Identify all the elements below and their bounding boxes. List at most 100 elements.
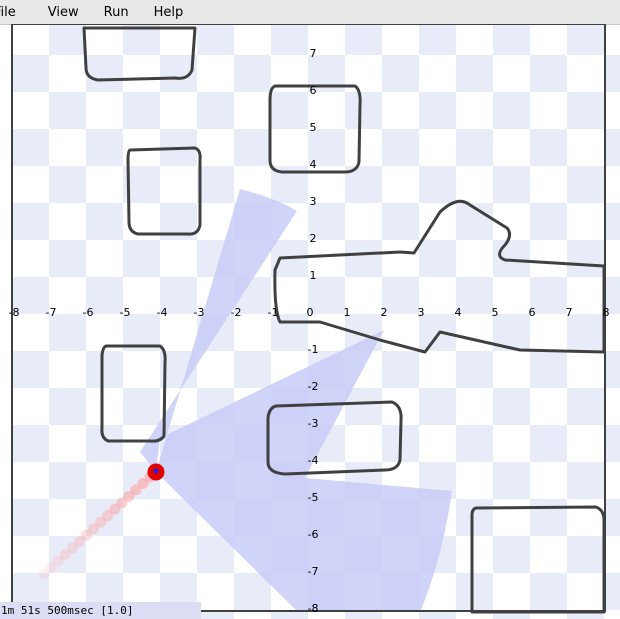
checker-cell — [530, 277, 567, 314]
checker-cell — [530, 351, 567, 388]
checker-cell — [456, 55, 493, 92]
y-tick-label: -7 — [308, 565, 319, 578]
checker-cell — [49, 24, 86, 55]
checker-cell — [456, 425, 493, 462]
x-tick-label: 8 — [603, 306, 610, 319]
checker-cell — [234, 351, 271, 388]
checker-cell — [86, 129, 123, 166]
checker-cell — [382, 55, 419, 92]
checker-cell — [382, 351, 419, 388]
x-tick-label: 4 — [455, 306, 462, 319]
y-tick-label: -2 — [308, 380, 319, 393]
checker-cell — [530, 55, 567, 92]
y-tick-label: 7 — [310, 47, 317, 60]
checker-cell — [123, 92, 160, 129]
checker-cell — [49, 92, 86, 129]
y-tick-label: 3 — [310, 195, 317, 208]
checker-cell — [12, 499, 49, 536]
simulation-canvas[interactable]: -8 -7 -6 -5 -4 -3 -2 -1 0 1 2 3 4 5 6 7 8 7 6 5 4 3 2 1 -1 -2 -3 -… — [0, 24, 620, 619]
checker-cell — [12, 55, 49, 92]
checker-cell — [271, 314, 308, 351]
status-bar: 1m 51s 500msec [1.0] — [0, 602, 201, 619]
checker-cell — [567, 24, 604, 55]
robot-heading-dot — [153, 468, 159, 474]
checker-cell — [604, 499, 620, 536]
x-tick-label: -4 — [157, 306, 168, 319]
x-tick-label: 2 — [381, 306, 388, 319]
x-tick-label: 1 — [344, 306, 351, 319]
x-tick-label: 6 — [529, 306, 536, 319]
checker-cell — [456, 351, 493, 388]
menu-bar: File View Run Help — [0, 0, 620, 25]
checker-cell — [567, 314, 604, 351]
menu-file[interactable]: File — [0, 5, 26, 20]
menu-run[interactable]: Run — [104, 5, 139, 20]
checker-cell — [419, 92, 456, 129]
y-tick-label: -4 — [308, 454, 319, 467]
x-tick-label: -7 — [46, 306, 57, 319]
checker-cell — [493, 24, 530, 55]
x-tick-label: -2 — [231, 306, 242, 319]
checker-cell — [345, 240, 382, 277]
checker-cell — [86, 425, 123, 462]
checker-cell — [49, 462, 86, 499]
checker-cell — [86, 203, 123, 240]
checker-cell — [493, 92, 530, 129]
checker-cell — [86, 55, 123, 92]
robot[interactable] — [147, 463, 165, 481]
x-tick-label: -3 — [194, 306, 205, 319]
checker-cell — [493, 388, 530, 425]
checker-cell — [530, 203, 567, 240]
checker-cell — [123, 240, 160, 277]
x-tick-label: 0 — [307, 306, 314, 319]
checker-cell — [419, 24, 456, 55]
checker-cell — [419, 388, 456, 425]
checker-cell — [419, 166, 456, 203]
y-tick-label: -8 — [308, 602, 319, 615]
y-tick-label: -3 — [308, 417, 319, 430]
menu-help[interactable]: Help — [154, 5, 194, 20]
checker-cell — [12, 129, 49, 166]
checker-cell — [567, 166, 604, 203]
checker-cell — [456, 573, 493, 610]
checker-cell — [49, 240, 86, 277]
checker-cell — [234, 129, 271, 166]
x-tick-label: 3 — [418, 306, 425, 319]
x-tick-label: -6 — [83, 306, 94, 319]
y-tick-label: 1 — [310, 269, 317, 282]
checker-cell — [530, 499, 567, 536]
checker-cell — [86, 351, 123, 388]
x-tick-label: -1 — [268, 306, 279, 319]
checker-cell — [604, 55, 620, 92]
checker-cell — [493, 166, 530, 203]
checker-cell — [271, 92, 308, 129]
checker-cell — [530, 129, 567, 166]
checker-cell — [604, 129, 620, 166]
checker-cell — [456, 499, 493, 536]
checker-cell — [308, 277, 345, 314]
checker-cell — [604, 573, 620, 610]
checker-cell — [604, 203, 620, 240]
y-tick-label: -6 — [308, 528, 319, 541]
checker-cell — [345, 24, 382, 55]
checker-cell — [567, 92, 604, 129]
checker-cell — [493, 240, 530, 277]
checker-cell — [49, 314, 86, 351]
y-tick-label: 5 — [310, 121, 317, 134]
checker-cell — [604, 425, 620, 462]
checker-cell — [530, 425, 567, 462]
checker-cell — [456, 277, 493, 314]
checker-cell — [49, 388, 86, 425]
y-tick-label: -1 — [308, 343, 319, 356]
checker-cell — [12, 203, 49, 240]
checker-cell — [567, 462, 604, 499]
x-tick-label: -5 — [120, 306, 131, 319]
checker-cell — [123, 388, 160, 425]
checker-cell — [567, 240, 604, 277]
checker-cell — [382, 203, 419, 240]
y-tick-label: -5 — [308, 491, 319, 504]
checker-cell — [345, 388, 382, 425]
x-tick-label: 5 — [492, 306, 499, 319]
y-tick-label: 2 — [310, 232, 317, 245]
menu-view[interactable]: View — [48, 5, 89, 20]
